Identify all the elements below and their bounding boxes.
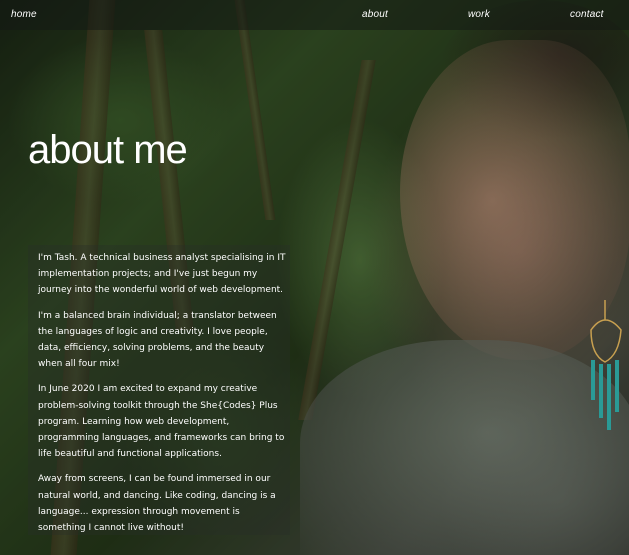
nav-link-work[interactable]: work bbox=[468, 9, 490, 20]
bio-paragraph: I'm Tash. A technical business analyst s… bbox=[38, 253, 286, 296]
bio-paragraph: Away from screens, I can be found immers… bbox=[38, 474, 276, 534]
bio-paragraph: In June 2020 I am excited to expand my c… bbox=[38, 384, 285, 460]
bio-text: I'm Tash. A technical business analyst s… bbox=[38, 250, 288, 545]
background-tree-trunk bbox=[234, 0, 276, 220]
background-photo-top bbox=[300, 340, 629, 555]
top-navbar: home about work contact bbox=[0, 0, 629, 30]
about-page: home about work contact about me I'm Tas… bbox=[0, 0, 629, 555]
bio-paragraph: I'm a balanced brain individual; a trans… bbox=[38, 310, 277, 370]
nav-link-home[interactable]: home bbox=[11, 9, 37, 20]
earring-icon bbox=[590, 300, 622, 430]
nav-link-about[interactable]: about bbox=[362, 9, 388, 20]
page-title: about me bbox=[28, 128, 188, 172]
nav-link-contact[interactable]: contact bbox=[570, 9, 604, 20]
